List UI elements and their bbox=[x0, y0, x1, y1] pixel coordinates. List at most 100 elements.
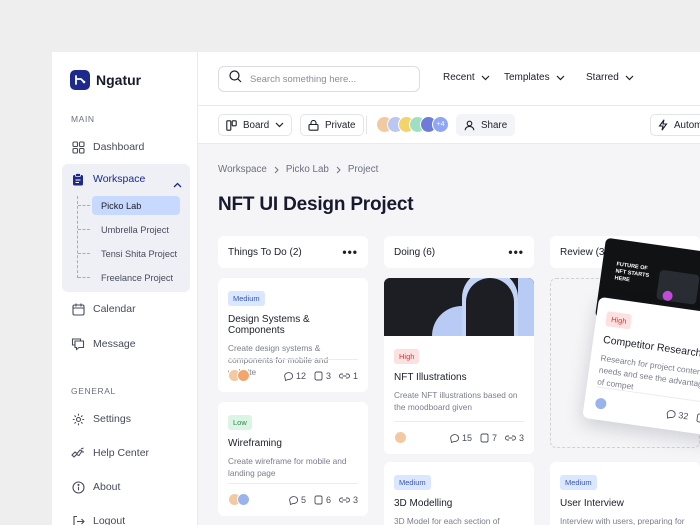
private-label: Private bbox=[325, 119, 356, 131]
comment-icon bbox=[289, 495, 298, 505]
user-icon bbox=[464, 120, 475, 130]
files-stat: 3 bbox=[314, 371, 331, 381]
board-view-button[interactable]: Board bbox=[218, 114, 293, 136]
task-card[interactable]: Low Wireframing Create wireframe for mob… bbox=[218, 402, 368, 516]
menu-recent[interactable]: Recent bbox=[443, 72, 490, 83]
chevron-right-icon bbox=[336, 166, 341, 173]
card-footer: 12 3 1 bbox=[228, 359, 358, 382]
sidebar-subitem-picko-lab[interactable]: Picko Lab bbox=[92, 196, 180, 215]
tree-branch bbox=[78, 229, 90, 230]
links-stat: 1 bbox=[339, 371, 358, 381]
column-header: Things To Do (2) ••• bbox=[218, 236, 368, 268]
file-count: 3 bbox=[325, 370, 331, 381]
card-description: Create NFT illustrations based on the mo… bbox=[394, 390, 518, 412]
board-icon bbox=[226, 119, 237, 131]
file-icon bbox=[314, 371, 323, 380]
file-icon bbox=[696, 412, 700, 423]
comments-stat: 12 bbox=[283, 371, 306, 381]
sidebar-item-settings[interactable]: Settings bbox=[62, 405, 188, 433]
avatar bbox=[237, 369, 250, 382]
grid-icon bbox=[71, 140, 85, 154]
links-stat: 3 bbox=[505, 433, 524, 443]
share-button[interactable]: Share bbox=[456, 114, 516, 136]
breadcrumb: Workspace Picko Lab Project bbox=[218, 164, 378, 175]
private-button[interactable]: Private bbox=[300, 114, 364, 136]
card-cover-image bbox=[384, 278, 534, 336]
sidebar-item-calendar[interactable]: Calendar bbox=[62, 295, 188, 323]
task-card[interactable]: Medium User Interview Interview with use… bbox=[550, 462, 700, 525]
more-members-badge: +4 bbox=[432, 116, 449, 133]
task-card[interactable]: Medium Design Systems & Components Creat… bbox=[218, 278, 368, 392]
search-input[interactable]: Search something here... bbox=[218, 66, 420, 92]
share-label: Share bbox=[481, 119, 508, 131]
preview-thumbnail bbox=[656, 269, 700, 305]
column-title: Doing (6) bbox=[394, 246, 436, 258]
link-icon bbox=[339, 497, 350, 502]
comment-count: 15 bbox=[461, 432, 472, 443]
card-title: NFT Illustrations bbox=[394, 372, 467, 383]
files-stat: 6 bbox=[314, 495, 331, 505]
files-stat: 7 bbox=[480, 433, 497, 443]
link-count: 1 bbox=[352, 370, 358, 381]
card-description: Interview with users, preparing for kick bbox=[560, 516, 685, 525]
sidebar-item-message[interactable]: Message bbox=[62, 330, 188, 358]
card-stats: 15 7 3 bbox=[449, 433, 524, 443]
priority-tag: High bbox=[605, 311, 633, 330]
brand[interactable]: Ngatur bbox=[70, 70, 141, 90]
toolbar: Board Private +4 Share Automation bbox=[198, 106, 700, 144]
sidebar-item-workspace[interactable]: Workspace bbox=[71, 172, 145, 186]
lightning-icon bbox=[658, 119, 668, 131]
file-icon bbox=[480, 433, 489, 442]
file-count: 6 bbox=[325, 494, 331, 505]
menu-label: Templates bbox=[504, 72, 550, 83]
sidebar-subitem-freelance[interactable]: Freelance Project bbox=[92, 268, 180, 287]
breadcrumb-workspace[interactable]: Workspace bbox=[218, 164, 267, 175]
preview-heading: FUTURE OF NFT STARTS HERE bbox=[614, 261, 650, 284]
breadcrumb-project[interactable]: Project bbox=[348, 164, 379, 175]
column-doing: Doing (6) ••• High NFT Illustrations Cre bbox=[384, 236, 534, 525]
top-bar: Search something here... Recent Template… bbox=[198, 52, 700, 106]
link-count: 3 bbox=[518, 432, 524, 443]
more-options-icon[interactable]: ••• bbox=[508, 245, 524, 259]
sidebar-item-label: Workspace bbox=[93, 173, 146, 185]
dragged-task-card[interactable]: High Competitor Research Research for pr… bbox=[582, 296, 700, 438]
chevron-up-icon[interactable] bbox=[173, 175, 182, 193]
menu-templates[interactable]: Templates bbox=[504, 72, 565, 83]
files-stat: 3 bbox=[696, 412, 700, 424]
logout-icon bbox=[71, 514, 85, 525]
card-title: Wireframing bbox=[228, 438, 282, 449]
sidebar-item-logout[interactable]: Logout bbox=[62, 507, 188, 525]
sidebar-subitem-umbrella[interactable]: Umbrella Project bbox=[92, 220, 180, 239]
automation-button[interactable]: Automation bbox=[650, 114, 700, 136]
links-stat: 3 bbox=[339, 495, 358, 505]
assignee-avatars bbox=[228, 493, 250, 506]
comments-stat: 32 bbox=[665, 408, 689, 421]
app-name: Ngatur bbox=[96, 72, 142, 88]
column-things-to-do: Things To Do (2) ••• Medium Design Syste… bbox=[218, 236, 368, 516]
sidebar-item-dashboard[interactable]: Dashboard bbox=[62, 133, 188, 161]
task-card[interactable]: Medium 3D Modelling 3D Model for each se… bbox=[384, 462, 534, 525]
column-title: Things To Do (2) bbox=[228, 246, 302, 258]
message-icon bbox=[71, 337, 85, 351]
task-card[interactable]: High NFT Illustrations Create NFT illust… bbox=[384, 278, 534, 454]
card-title: User Interview bbox=[560, 498, 624, 509]
clipboard-icon bbox=[71, 172, 85, 186]
card-stats: 12 3 1 bbox=[283, 371, 358, 381]
assignee-avatars bbox=[593, 396, 609, 411]
page-title: NFT UI Design Project bbox=[218, 194, 414, 215]
breadcrumb-picko-lab[interactable]: Picko Lab bbox=[286, 164, 329, 175]
menu-starred[interactable]: Starred bbox=[586, 72, 634, 83]
logo-icon bbox=[70, 70, 90, 90]
card-description: 3D Model for each section of website bbox=[394, 516, 500, 525]
menu-label: Recent bbox=[443, 72, 475, 83]
more-options-icon[interactable]: ••• bbox=[342, 245, 358, 259]
sidebar-item-label: Message bbox=[93, 338, 136, 350]
sidebar-item-about[interactable]: About bbox=[62, 473, 188, 501]
automation-label: Automation bbox=[674, 119, 700, 131]
comments-stat: 15 bbox=[449, 433, 472, 443]
avatar bbox=[593, 396, 609, 411]
assignee-avatars bbox=[228, 369, 250, 382]
sidebar-subitem-tensi-shita[interactable]: Tensi Shita Project bbox=[92, 244, 180, 263]
comments-stat: 5 bbox=[288, 495, 306, 505]
sidebar-item-help-center[interactable]: Help Center bbox=[62, 439, 188, 467]
